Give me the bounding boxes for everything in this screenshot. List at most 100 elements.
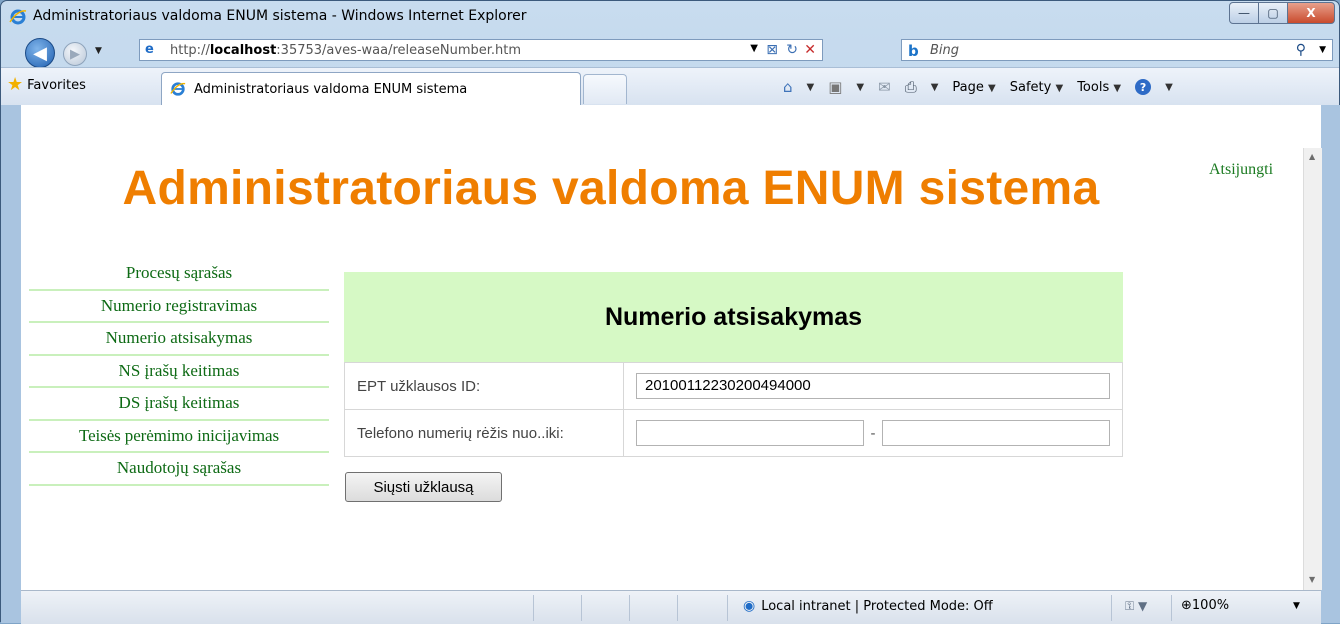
menu-item-number-registration[interactable]: Numerio registravimas xyxy=(29,291,329,323)
home-icon[interactable]: ⌂ xyxy=(783,78,793,96)
status-divider xyxy=(629,595,630,621)
ept-cell: 20100112230200494000 xyxy=(623,362,1123,410)
window-title: Administratoriaus valdoma ENUM sistema -… xyxy=(33,8,527,24)
recent-pages-dropdown[interactable]: ▼ xyxy=(95,46,102,56)
browser-window: Administratoriaus valdoma ENUM sistema -… xyxy=(0,0,1340,624)
address-toolbar: ◀ ▶ ▼ e http://localhost:35753/aves-waa/… xyxy=(1,33,1339,68)
refresh-icon[interactable]: ↻ xyxy=(786,42,798,58)
menu-item-ns-records[interactable]: NS įrašų keitimas xyxy=(29,356,329,388)
maximize-button[interactable]: ▢ xyxy=(1258,2,1288,24)
url-host: localhost xyxy=(209,43,277,58)
url-text[interactable]: http://localhost:35753/aves-waa/releaseN… xyxy=(170,43,521,58)
zoom-dropdown-icon[interactable]: ▼ xyxy=(1293,601,1300,611)
forward-icon[interactable]: ▶ xyxy=(63,42,87,66)
scroll-down-icon[interactable]: ▼ xyxy=(1309,575,1315,584)
scroll-up-icon[interactable]: ▲ xyxy=(1309,152,1315,161)
page-icon: e xyxy=(145,42,154,57)
print-dropdown-icon[interactable]: ▼ xyxy=(931,82,939,93)
search-box[interactable]: b Bing ⚲ ▼ xyxy=(901,39,1333,61)
menu-item-number-release[interactable]: Numerio atsisakymas xyxy=(29,323,329,356)
release-form: Numerio atsisakymas EPT užklausos ID: 20… xyxy=(344,272,1123,462)
ept-id-input[interactable]: 20100112230200494000 xyxy=(636,373,1110,399)
new-tab-button[interactable] xyxy=(583,74,627,104)
mail-icon[interactable]: ✉ xyxy=(878,78,891,96)
back-icon[interactable]: ◀ xyxy=(25,38,55,68)
viewport-top xyxy=(21,105,1321,148)
globe-icon: ◉ xyxy=(743,598,756,614)
menu-item-ds-records[interactable]: DS įrašų keitimas xyxy=(29,388,329,421)
status-divider xyxy=(1171,595,1172,621)
security-zone[interactable]: ◉ Local intranet | Protected Mode: Off xyxy=(743,598,993,614)
tools-menu-label: Tools xyxy=(1077,79,1110,95)
form-row-ept: EPT užklausos ID: 20100112230200494000 xyxy=(344,362,1123,410)
ept-label: EPT užklausos ID: xyxy=(344,362,624,410)
favorites-label: Favorites xyxy=(27,77,86,93)
page-menu[interactable]: Page ▼ xyxy=(952,80,995,95)
bing-icon: b xyxy=(908,42,919,60)
help-icon[interactable]: ? xyxy=(1135,79,1152,95)
rss-icon[interactable]: ▣ xyxy=(828,78,842,96)
chevron-down-icon: ▼ xyxy=(1113,82,1122,94)
window-border-right xyxy=(1321,105,1340,623)
status-divider xyxy=(677,595,678,621)
print-icon[interactable]: ⎙ xyxy=(905,78,917,96)
search-placeholder: Bing xyxy=(930,43,960,58)
zoom-icon: ⊕ xyxy=(1181,598,1192,613)
status-divider xyxy=(533,595,534,621)
favorites-star-icon: ★ xyxy=(7,74,24,95)
protected-mode-icon[interactable]: ⚿ ▼ xyxy=(1125,599,1147,614)
chevron-down-icon: ▼ xyxy=(988,82,996,94)
range-label: Telefono numerių rėžis nuo..iki: xyxy=(344,409,624,457)
search-dropdown-icon[interactable]: ▼ xyxy=(1319,45,1326,55)
vertical-scrollbar[interactable]: ▲ ▼ xyxy=(1303,148,1322,590)
side-menu: Procesų sąrašas Numerio registravimas Nu… xyxy=(29,258,329,486)
browser-tab[interactable]: Administratoriaus valdoma ENUM sistema xyxy=(161,72,581,106)
form-heading: Numerio atsisakymas xyxy=(344,272,1123,362)
help-dropdown-icon[interactable]: ▼ xyxy=(1165,82,1173,93)
range-to-input[interactable] xyxy=(882,420,1110,446)
window-controls: — ▢ X xyxy=(1229,2,1335,24)
tools-menu[interactable]: Tools ▼ xyxy=(1077,80,1121,95)
safety-menu-label: Safety xyxy=(1009,79,1052,95)
tab-label: Administratoriaus valdoma ENUM sistema xyxy=(194,82,468,97)
submit-button[interactable]: Siųsti užklausą xyxy=(345,472,502,502)
ie-tab-icon xyxy=(170,82,186,96)
address-bar[interactable]: e http://localhost:35753/aves-waa/releas… xyxy=(139,39,823,61)
page-content: Administratoriaus valdoma ENUM sistema A… xyxy=(21,148,1303,590)
menu-item-process-list[interactable]: Procesų sąrašas xyxy=(29,258,329,291)
form-table: EPT užklausos ID: 20100112230200494000 T… xyxy=(344,362,1123,457)
menu-item-user-list[interactable]: Naudotojų sąrašas xyxy=(29,453,329,486)
chevron-down-icon: ▼ xyxy=(1055,82,1064,94)
title-bar: Administratoriaus valdoma ENUM sistema -… xyxy=(1,1,1339,33)
status-divider xyxy=(727,595,728,621)
home-dropdown-icon[interactable]: ▼ xyxy=(807,82,815,93)
close-button[interactable]: X xyxy=(1287,2,1335,24)
stop-icon[interactable]: ✕ xyxy=(804,42,816,58)
status-divider xyxy=(581,595,582,621)
ie-logo-icon xyxy=(9,9,27,25)
range-separator: - xyxy=(870,424,876,442)
search-icon[interactable]: ⚲ xyxy=(1296,42,1306,58)
form-row-range: Telefono numerių rėžis nuo..iki: - xyxy=(344,409,1123,457)
status-divider xyxy=(1111,595,1112,621)
range-from-input[interactable] xyxy=(636,420,864,446)
favorites-bar: ★ Favorites Administratoriaus valdoma EN… xyxy=(1,67,1339,107)
favorites-button[interactable]: ★ Favorites xyxy=(7,74,86,95)
safety-menu[interactable]: Safety ▼ xyxy=(1010,80,1063,95)
address-dropdown-icon[interactable]: ▼ xyxy=(750,43,758,54)
zoom-level[interactable]: ⊕100% xyxy=(1181,598,1229,613)
minimize-button[interactable]: — xyxy=(1229,2,1259,24)
compat-view-icon[interactable]: ⊠ xyxy=(766,42,778,58)
window-border-left xyxy=(1,105,21,623)
url-prefix: http:// xyxy=(170,43,210,58)
page-menu-label: Page xyxy=(952,79,984,95)
command-bar: ⌂ ▼ ▣ ▼ ✉ ⎙ ▼ Page ▼ Safety ▼ Tools ▼ ? … xyxy=(783,78,1173,96)
zone-text: Local intranet | Protected Mode: Off xyxy=(761,598,993,614)
menu-item-transfer-initiation[interactable]: Teisės perėmimo inicijavimas xyxy=(29,421,329,453)
rss-dropdown-icon[interactable]: ▼ xyxy=(856,82,864,93)
status-bar: ◉ Local intranet | Protected Mode: Off ⚿… xyxy=(21,590,1321,624)
range-cell: - xyxy=(623,409,1123,457)
page-title: Administratoriaus valdoma ENUM sistema xyxy=(122,162,1100,215)
url-rest: :35753/aves-waa/releaseNumber.htm xyxy=(276,43,522,58)
logout-link[interactable]: Atsijungti xyxy=(1209,161,1273,179)
